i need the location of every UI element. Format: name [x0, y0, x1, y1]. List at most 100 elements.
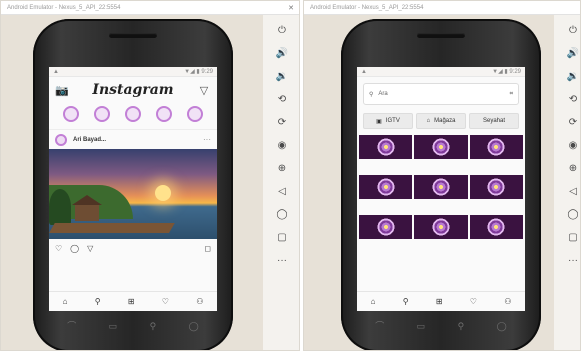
shop-icon: ⌂ [426, 118, 431, 124]
grid-thumbnail[interactable] [469, 175, 523, 199]
story-avatar[interactable] [124, 106, 141, 122]
chip-label: Seyahat [482, 118, 506, 124]
back-icon[interactable]: ⌒ [375, 321, 384, 331]
power-icon[interactable]: ⏻ [562, 21, 580, 39]
heart-icon[interactable]: ♡ [470, 297, 477, 306]
recent-apps-icon[interactable]: ◯ [189, 321, 199, 331]
story-avatar[interactable] [187, 106, 204, 122]
story-avatar[interactable] [156, 106, 173, 122]
share-icon[interactable]: ▽ [87, 244, 93, 253]
stories-row [49, 103, 217, 125]
chip-travel[interactable]: Seyahat [469, 113, 519, 129]
home-button-icon[interactable]: ▭ [109, 321, 118, 331]
volume-up-icon[interactable]: 🔊 [271, 44, 293, 62]
back-icon[interactable]: ⌒ [67, 321, 76, 331]
wooden-dock [49, 223, 175, 233]
home-icon[interactable]: ◯ [271, 205, 293, 223]
avatar[interactable] [55, 133, 67, 146]
recent-apps-icon[interactable]: ◯ [497, 321, 507, 331]
search-icon[interactable]: ⚲ [403, 297, 409, 306]
overview-icon[interactable]: ▢ [271, 228, 293, 246]
grid-thumbnail[interactable] [359, 175, 413, 199]
zoom-icon[interactable]: ⊕ [562, 159, 580, 177]
post-actions: ♡ ◯ ▽ ◻ [49, 239, 217, 257]
grid-thumbnail[interactable] [414, 135, 468, 159]
search-input[interactable]: ⚲ Ara ⌗ [363, 83, 519, 105]
emulator-desk: ▲ ▼◢ ▮ 9:29 📷 Instagram ▽ Ari Bayad... ·… [1, 15, 299, 350]
volume-up-icon[interactable]: 🔊 [562, 44, 580, 62]
power-icon[interactable]: ⏻ [271, 21, 293, 39]
chip-label: IGTV [385, 118, 400, 124]
grid-thumbnail[interactable] [414, 215, 468, 239]
home-icon[interactable]: ⌂ [371, 297, 376, 306]
emulator-toolbar: ⏻ 🔊 🔉 ⟲ ⟳ ◉ ⊕ ◁ ◯ ▢ ··· [263, 15, 299, 350]
more-icon[interactable]: ··· [562, 251, 580, 269]
search-icon[interactable]: ⚲ [95, 297, 101, 306]
add-post-icon[interactable]: ⊞ [128, 297, 135, 306]
more-options-icon[interactable]: ··· [203, 135, 211, 144]
phone-frame: ▲ ▼◢ ▮ 9:29 📷 Instagram ▽ Ari Bayad... ·… [33, 19, 233, 350]
phone-nav-bar: ⌒ ▭ ⚲ ◯ [359, 316, 523, 336]
home-icon[interactable]: ◯ [562, 205, 580, 223]
heart-icon[interactable]: ♡ [162, 297, 169, 306]
bookmark-icon[interactable]: ◻ [204, 244, 211, 253]
grid-thumbnail[interactable] [469, 135, 523, 159]
profile-icon[interactable]: ⚇ [196, 297, 203, 306]
more-icon[interactable]: ··· [271, 251, 293, 269]
search-icon: ⚲ [369, 91, 374, 98]
grid-gap [357, 159, 525, 175]
overview-icon[interactable]: ▢ [562, 228, 580, 246]
direct-message-icon[interactable]: ▽ [197, 84, 211, 97]
grid-thumbnail[interactable] [469, 215, 523, 239]
window-title: Android Emulator - Nexus_5_API_22:5554 [304, 1, 580, 15]
sun [155, 185, 171, 201]
volume-down-icon[interactable]: 🔉 [562, 67, 580, 85]
notification-icon: ▲ [53, 68, 59, 75]
cabin-roof [72, 195, 102, 205]
notification-icon: ▲ [361, 68, 367, 75]
grid-thumbnail[interactable] [359, 215, 413, 239]
window-title: Android Emulator - Nexus_5_API_22:5554 [1, 1, 299, 15]
rotate-right-icon[interactable]: ⟳ [271, 113, 293, 131]
status-bar: ▲ ▼◢ ▮ 9:29 [357, 67, 525, 77]
back-icon[interactable]: ◁ [562, 182, 580, 200]
scan-icon[interactable]: ⌗ [510, 91, 513, 98]
grid-thumbnail[interactable] [414, 175, 468, 199]
profile-icon[interactable]: ⚇ [504, 297, 511, 306]
home-button-icon[interactable]: ▭ [417, 321, 426, 331]
grid-thumbnail[interactable] [359, 135, 413, 159]
screenshot-icon[interactable]: ◉ [562, 136, 580, 154]
phone-frame: ▲ ▼◢ ▮ 9:29 ⚲ Ara ⌗ ▣ IGTV ⌂ Mağaza Seya… [341, 19, 541, 350]
camera-icon[interactable]: 📷 [55, 84, 69, 97]
back-icon[interactable]: ◁ [271, 182, 293, 200]
chip-shop[interactable]: ⌂ Mağaza [416, 113, 466, 129]
explore-grid [357, 175, 525, 199]
flower-image [487, 218, 506, 236]
zoom-icon[interactable]: ⊕ [271, 159, 293, 177]
add-post-icon[interactable]: ⊞ [436, 297, 443, 306]
search-query: Ara [378, 91, 388, 97]
post-header: Ari Bayad... ··· [49, 129, 217, 149]
status-icons: ▼◢ ▮ 9:29 [492, 69, 521, 75]
volume-down-icon[interactable]: 🔉 [271, 67, 293, 85]
rotate-right-icon[interactable]: ⟳ [562, 113, 580, 131]
flower-image [487, 138, 506, 156]
like-icon[interactable]: ♡ [55, 244, 62, 253]
bottom-nav: ⌂ ⚲ ⊞ ♡ ⚇ [49, 291, 217, 311]
screenshot-icon[interactable]: ◉ [271, 136, 293, 154]
rotate-left-icon[interactable]: ⟲ [271, 90, 293, 108]
home-icon[interactable]: ⌂ [63, 297, 68, 306]
chip-igtv[interactable]: ▣ IGTV [363, 113, 413, 129]
post-username[interactable]: Ari Bayad... [73, 137, 203, 143]
cabin [75, 205, 99, 221]
post-image[interactable] [49, 149, 217, 239]
search-icon[interactable]: ⚲ [458, 321, 465, 331]
search-icon[interactable]: ⚲ [150, 321, 157, 331]
comment-icon[interactable]: ◯ [70, 244, 79, 253]
rotate-left-icon[interactable]: ⟲ [562, 90, 580, 108]
close-icon[interactable]: ✕ [288, 4, 294, 12]
explore-chips: ▣ IGTV ⌂ Mağaza Seyahat [357, 109, 525, 135]
story-avatar[interactable] [93, 106, 110, 122]
story-avatar[interactable] [62, 106, 79, 122]
bottom-nav: ⌂ ⚲ ⊞ ♡ ⚇ [357, 291, 525, 311]
